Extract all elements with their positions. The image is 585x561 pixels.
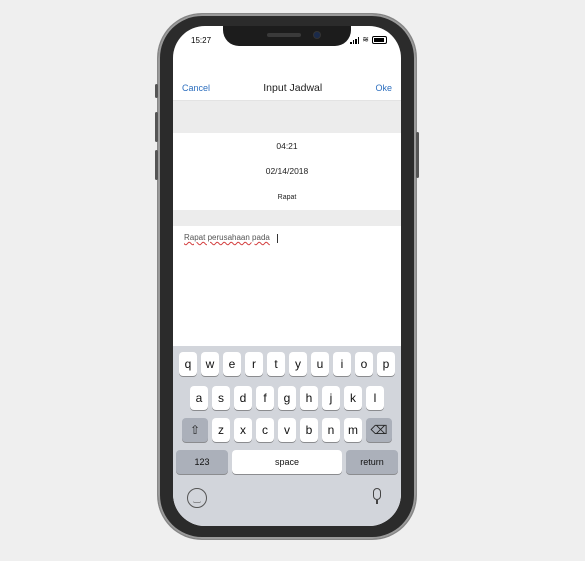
speaker-grille xyxy=(267,33,301,37)
emoji-button[interactable]: ‿ xyxy=(187,488,207,508)
category-field[interactable]: Rapat xyxy=(173,184,401,211)
key-n[interactable]: n xyxy=(322,418,340,442)
volume-down-button xyxy=(155,150,158,180)
navigation-bar: Cancel Input Jadwal Oke xyxy=(173,76,401,101)
key-k[interactable]: k xyxy=(344,386,362,410)
key-m[interactable]: m xyxy=(344,418,362,442)
key-g[interactable]: g xyxy=(278,386,296,410)
key-o[interactable]: o xyxy=(355,352,373,376)
wifi-icon: ≋ xyxy=(362,35,369,44)
shift-key[interactable]: ⇧ xyxy=(182,418,208,442)
mute-switch xyxy=(155,84,158,98)
key-x[interactable]: x xyxy=(234,418,252,442)
description-textarea[interactable]: Rapat perusahaan pada xyxy=(173,226,401,346)
key-h[interactable]: h xyxy=(300,386,318,410)
key-w[interactable]: w xyxy=(201,352,219,376)
notch xyxy=(223,26,351,46)
space-key[interactable]: space xyxy=(232,450,342,474)
date-field[interactable]: 02/14/2018 xyxy=(173,158,401,185)
key-q[interactable]: q xyxy=(179,352,197,376)
status-icons: ≋ xyxy=(350,36,387,44)
key-f[interactable]: f xyxy=(256,386,274,410)
signal-icon xyxy=(350,36,360,44)
key-a[interactable]: a xyxy=(190,386,208,410)
ok-button[interactable]: Oke xyxy=(366,83,401,93)
key-c[interactable]: c xyxy=(256,418,274,442)
microphone-button[interactable] xyxy=(371,488,383,506)
battery-icon xyxy=(372,36,387,44)
status-time: 15:27 xyxy=(191,36,212,45)
key-e[interactable]: e xyxy=(223,352,241,376)
shift-icon: ⇧ xyxy=(189,423,201,437)
key-z[interactable]: z xyxy=(212,418,230,442)
key-u[interactable]: u xyxy=(311,352,329,376)
key-d[interactable]: d xyxy=(234,386,252,410)
return-key[interactable]: return xyxy=(346,450,398,474)
backspace-icon: ⌫ xyxy=(370,423,388,437)
cancel-button[interactable]: Cancel xyxy=(173,83,219,93)
text-cursor xyxy=(277,234,278,243)
page-title: Input Jadwal xyxy=(263,82,323,94)
time-field[interactable]: 04:21 xyxy=(173,133,401,159)
numbers-key[interactable]: 123 xyxy=(176,450,228,474)
microphone-icon xyxy=(373,488,381,500)
key-i[interactable]: i xyxy=(333,352,351,376)
key-y[interactable]: y xyxy=(289,352,307,376)
key-p[interactable]: p xyxy=(377,352,395,376)
key-t[interactable]: t xyxy=(267,352,285,376)
section-spacer xyxy=(173,101,401,133)
power-button xyxy=(416,132,419,178)
key-l[interactable]: l xyxy=(366,386,384,410)
description-text: Rapat perusahaan pada xyxy=(184,233,270,242)
key-j[interactable]: j xyxy=(322,386,340,410)
phone-screen: 15:27 ≋ Cancel Input Jadwal Oke 04:21 02… xyxy=(173,26,401,526)
emoji-icon: ‿ xyxy=(193,492,201,503)
backspace-key[interactable]: ⌫ xyxy=(366,418,392,442)
camera-icon xyxy=(314,32,320,38)
key-r[interactable]: r xyxy=(245,352,263,376)
volume-up-button xyxy=(155,112,158,142)
keyboard: qwertyuiop asdfghjkl ⇧ zxcvbnm ⌫ 123 spa… xyxy=(173,346,401,526)
key-v[interactable]: v xyxy=(278,418,296,442)
key-b[interactable]: b xyxy=(300,418,318,442)
key-s[interactable]: s xyxy=(212,386,230,410)
section-spacer xyxy=(173,210,401,226)
